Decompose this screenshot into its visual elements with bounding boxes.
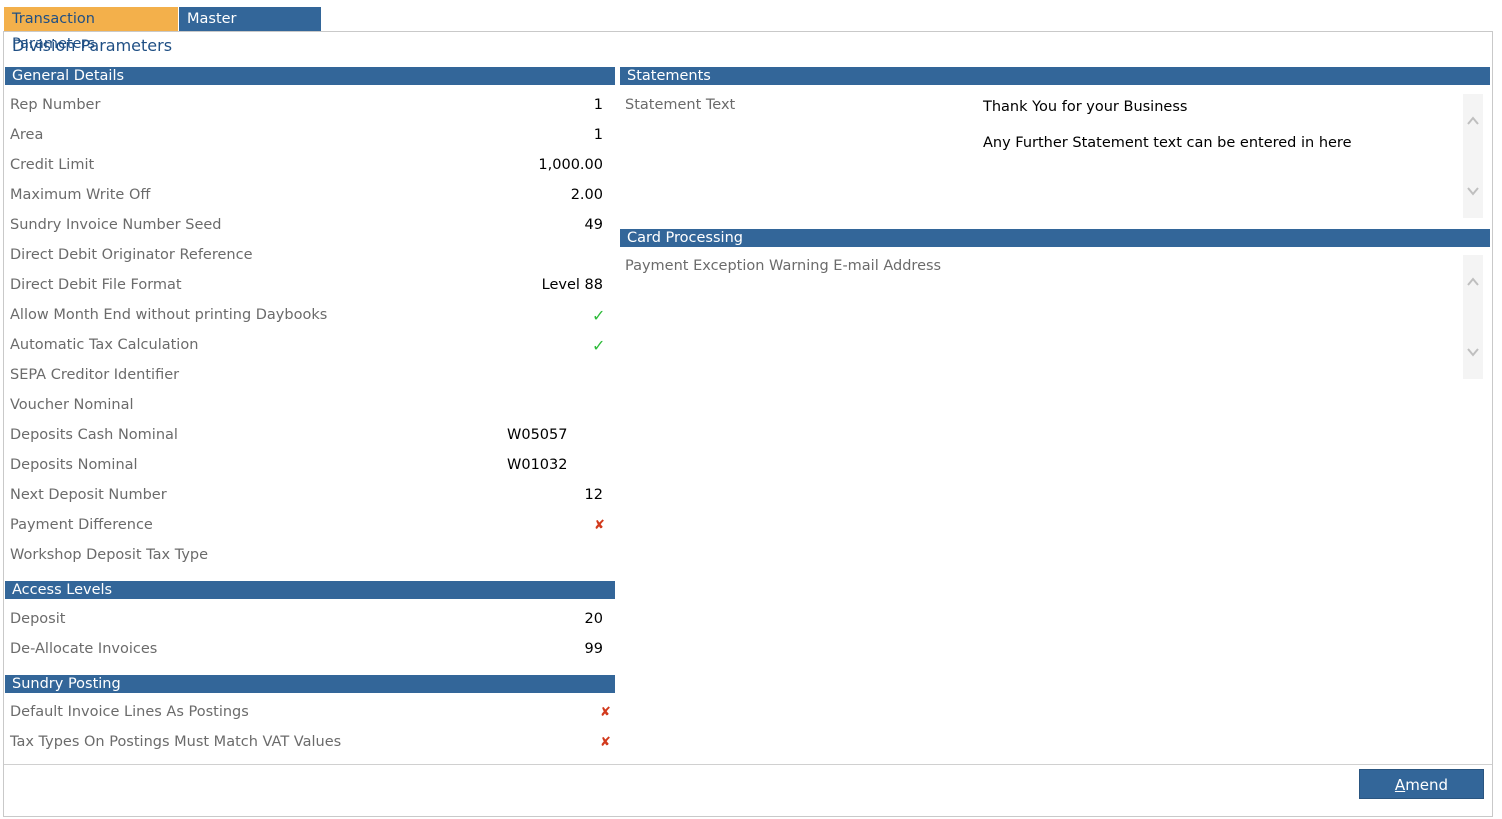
- section-sundry-posting: Sundry Posting: [5, 675, 615, 693]
- deposits-cash-nominal-value: W05057: [507, 427, 568, 443]
- amend-button[interactable]: Amend: [1359, 769, 1484, 799]
- default-invoice-lines-label: Default Invoice Lines As Postings: [10, 704, 249, 720]
- section-statements: Statements: [620, 67, 1490, 85]
- voucher-nominal-label: Voucher Nominal: [10, 397, 134, 413]
- sundry-invoice-seed-value: 49: [584, 217, 603, 233]
- chevron-down-icon[interactable]: [1466, 184, 1480, 198]
- tax-types-match-label: Tax Types On Postings Must Match VAT Val…: [10, 734, 342, 750]
- rep-number-label: Rep Number: [10, 97, 101, 113]
- deallocate-invoices-value: 99: [584, 641, 603, 657]
- chevron-up-icon[interactable]: [1466, 275, 1480, 289]
- deposits-cash-nominal-label: Deposits Cash Nominal: [10, 427, 178, 443]
- auto-tax-calc-label: Automatic Tax Calculation: [10, 337, 199, 353]
- statement-scrollbar[interactable]: [1463, 94, 1483, 218]
- section-access-levels: Access Levels: [5, 581, 615, 599]
- payment-exception-email-label: Payment Exception Warning E-mail Address: [625, 258, 942, 274]
- chevron-up-icon[interactable]: [1466, 114, 1480, 128]
- cross-icon: ✘: [600, 705, 611, 720]
- sepa-creditor-label: SEPA Creditor Identifier: [10, 367, 180, 383]
- card-scrollbar[interactable]: [1463, 255, 1483, 379]
- deallocate-invoices-label: De-Allocate Invoices: [10, 641, 158, 657]
- credit-limit-label: Credit Limit: [10, 157, 95, 173]
- dd-originator-ref-label: Direct Debit Originator Reference: [10, 247, 253, 263]
- next-deposit-number-label: Next Deposit Number: [10, 487, 167, 503]
- next-deposit-number-value: 12: [584, 487, 603, 503]
- page-title: Division Parameters: [12, 36, 173, 55]
- statement-text-label: Statement Text: [625, 97, 736, 113]
- dd-file-format-value: Level 88: [541, 277, 603, 293]
- deposit-value: 20: [584, 611, 603, 627]
- cross-icon: ✘: [600, 735, 611, 750]
- workshop-deposit-tax-label: Workshop Deposit Tax Type: [10, 547, 209, 563]
- section-card-processing: Card Processing: [620, 229, 1490, 247]
- footer-divider: [4, 764, 1492, 765]
- check-icon: ✓: [592, 336, 606, 355]
- amend-accesskey: A: [1394, 776, 1406, 794]
- area-value: 1: [593, 127, 603, 143]
- section-general-details: General Details: [5, 67, 615, 85]
- deposits-nominal-value: W01032: [507, 457, 568, 473]
- amend-label: mend: [1405, 776, 1449, 794]
- dd-file-format-label: Direct Debit File Format: [10, 277, 182, 293]
- area-label: Area: [10, 127, 44, 143]
- chevron-down-icon[interactable]: [1466, 345, 1480, 359]
- check-icon: ✓: [592, 306, 606, 325]
- payment-difference-label: Payment Difference: [10, 517, 153, 533]
- tab-transaction-parameters[interactable]: Transaction Parameters: [4, 7, 178, 52]
- deposits-nominal-label: Deposits Nominal: [10, 457, 138, 473]
- allow-month-end-label: Allow Month End without printing Daybook…: [10, 307, 328, 323]
- tab-master-parameters[interactable]: Master Parameters: [179, 7, 321, 52]
- sundry-invoice-seed-label: Sundry Invoice Number Seed: [10, 217, 222, 233]
- max-write-off-value: 2.00: [570, 187, 603, 203]
- max-write-off-label: Maximum Write Off: [10, 187, 151, 203]
- cross-icon: ✘: [594, 518, 605, 533]
- statement-text-line-1: Thank You for your Business: [983, 99, 1188, 115]
- credit-limit-value: 1,000.00: [538, 157, 603, 173]
- deposit-label: Deposit: [10, 611, 66, 627]
- rep-number-value: 1: [593, 97, 603, 113]
- statement-text-line-2: Any Further Statement text can be entere…: [983, 135, 1352, 151]
